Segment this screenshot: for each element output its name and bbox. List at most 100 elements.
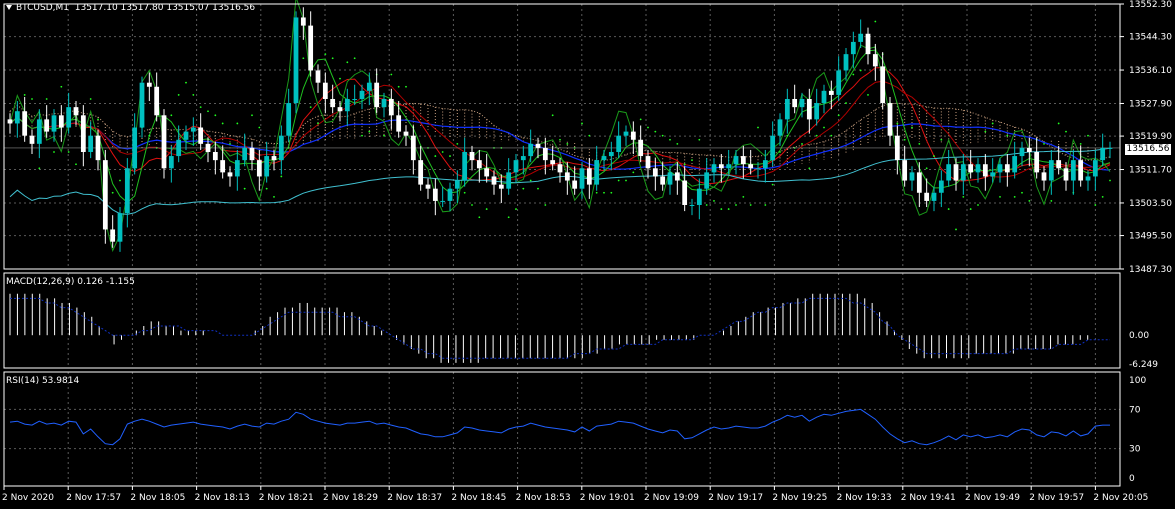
sar-dot (837, 114, 840, 117)
candle-body (924, 192, 930, 201)
candle-body (117, 213, 123, 242)
x-tick-label: 2 Nov 18:13 (195, 493, 250, 503)
y-tick-label: 13527.90 (1129, 99, 1172, 109)
candle-body (623, 131, 629, 136)
candle-body (484, 168, 490, 177)
sar-dot (808, 167, 811, 170)
candle-body (865, 33, 871, 55)
candle-body (762, 160, 768, 169)
sar-dot (581, 122, 583, 125)
sar-dot (383, 134, 385, 137)
candle-body (909, 172, 915, 181)
candle-body (770, 135, 776, 161)
candle-body (278, 135, 284, 161)
sar-dot (251, 114, 253, 117)
candle-body (124, 168, 130, 214)
sar-dot (749, 204, 752, 206)
candle-body (1048, 160, 1054, 181)
sar-dot (89, 98, 92, 100)
sar-dot (515, 208, 517, 210)
candle-body (80, 115, 86, 152)
sar-dot (317, 122, 319, 125)
sar-dot (170, 114, 173, 117)
symbol-label: BTCUSD,M1 (16, 3, 70, 13)
x-tick-label: 2 Nov 2020 (2, 493, 54, 503)
sar-dot (199, 106, 202, 109)
sar-dot (529, 179, 532, 182)
candle-body (388, 98, 394, 116)
candle-body (242, 147, 248, 161)
y-tick-label: 13536.10 (1129, 66, 1172, 76)
sar-dot (999, 195, 1001, 198)
sar-dot (617, 179, 620, 182)
sar-dot (786, 134, 789, 137)
candle-body (586, 168, 592, 185)
sar-dot (273, 195, 275, 198)
candle-body (843, 54, 849, 71)
sar-dot (683, 163, 686, 166)
candle-body (990, 172, 996, 177)
sar-dot (676, 142, 679, 145)
candle-body (293, 17, 299, 104)
candle-body (916, 172, 922, 193)
candle-body (190, 127, 196, 132)
candle-body (608, 151, 614, 157)
sar-dot (485, 208, 488, 210)
candle-body (432, 188, 438, 201)
rsi-line (9, 408, 1110, 446)
candle-body (286, 103, 292, 136)
candle-body (14, 111, 20, 124)
sar-dot (764, 204, 767, 206)
candle-body (975, 164, 981, 173)
candle-body (836, 70, 842, 95)
sar-dot (1094, 204, 1097, 206)
sar-dot (801, 142, 803, 145)
candle-body (748, 164, 754, 169)
candle-body (352, 98, 358, 100)
sar-dot (478, 216, 481, 219)
sar-dot (471, 204, 473, 206)
candle-body (161, 115, 167, 169)
sar-dot (661, 134, 664, 137)
candle-body (36, 119, 42, 144)
sar-dot (896, 122, 899, 125)
sar-dot (779, 151, 781, 153)
candle-body (894, 135, 900, 161)
candle-body (102, 160, 108, 230)
sar-dot (595, 191, 598, 194)
candle-body (234, 160, 240, 177)
sar-dot (1006, 134, 1009, 137)
candle-body (29, 135, 35, 144)
sar-dot (647, 126, 649, 129)
candle-body (968, 164, 974, 173)
sar-dot (625, 179, 627, 182)
sar-dot (867, 94, 869, 96)
candle-body (264, 156, 270, 177)
sar-dot (830, 134, 833, 137)
current-price-tag: 13516.56 (1125, 144, 1171, 155)
candle-body (564, 172, 570, 181)
candle-body (630, 131, 636, 140)
candle-body (733, 156, 739, 165)
candle-body (366, 82, 372, 91)
candle-body (139, 82, 145, 128)
candle-body (557, 164, 563, 173)
candle-body (806, 98, 812, 120)
candle-body (1019, 147, 1025, 157)
sar-dot (309, 106, 312, 109)
sar-dot (522, 187, 525, 190)
x-tick-label: 2 Nov 18:21 (259, 493, 314, 503)
candle-body (212, 151, 218, 161)
sar-dot (720, 208, 723, 210)
candle-body (359, 90, 365, 99)
x-tick-label: 2 Nov 19:09 (644, 493, 699, 503)
sar-dot (75, 163, 77, 166)
sar-dot (441, 151, 444, 153)
candle-body (872, 54, 878, 67)
candle-body (704, 172, 710, 189)
candle-body (777, 119, 783, 136)
dropdown-triangle-icon[interactable] (6, 5, 12, 10)
x-tick-label: 2 Nov 19:33 (837, 493, 892, 503)
sar-dot (258, 126, 261, 129)
rsi-axis-label: 0 (1129, 474, 1135, 484)
